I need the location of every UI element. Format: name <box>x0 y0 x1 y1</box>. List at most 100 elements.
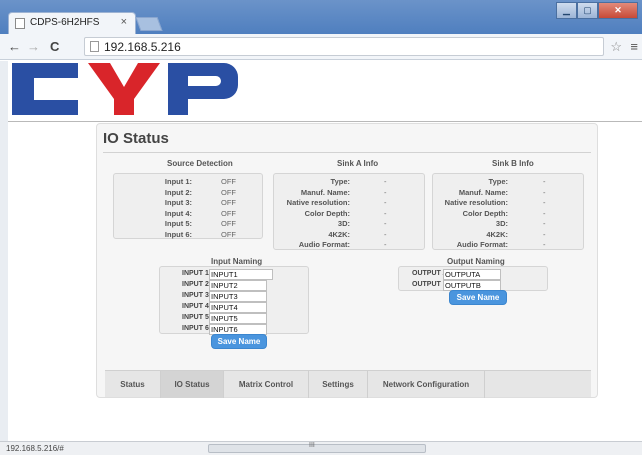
sink-a-row: Type: <box>330 177 350 186</box>
input-name-label: INPUT 2 <box>182 281 209 288</box>
io-status-panel: IO Status Source Detection Input 1: OFF … <box>96 123 598 398</box>
source-row: Input 2: <box>164 187 192 197</box>
sink-a-row: Native resolution: <box>286 198 350 207</box>
sink-b-value: - <box>543 240 546 249</box>
address-text: 192.168.5.216 <box>104 40 181 54</box>
sink-a-value: - <box>384 219 387 228</box>
input-name-label: INPUT 3 <box>182 292 209 299</box>
input-name-label: INPUT 5 <box>182 314 209 321</box>
tab-network-configuration[interactable]: Network Configuration <box>368 371 485 398</box>
tab-matrix-control[interactable]: Matrix Control <box>224 371 309 398</box>
source-row: Input 1: <box>164 177 192 186</box>
sink-a-value: - <box>384 177 387 186</box>
sink-a-value: - <box>384 208 387 218</box>
tab-title: CDPS-6H2HFS <box>30 17 100 28</box>
sink-b-row: 4K2K: <box>486 229 508 239</box>
input-2-name-field[interactable] <box>209 280 267 291</box>
save-output-names-button[interactable]: Save Name <box>449 290 507 305</box>
input-5-name-field[interactable] <box>209 313 267 324</box>
sink-b-title: Sink B Info <box>492 159 534 168</box>
horizontal-scrollbar[interactable]: III <box>208 442 426 453</box>
sink-b-value: - <box>543 198 546 207</box>
sink-b-row: Audio Format: <box>456 240 508 249</box>
page-favicon-icon <box>15 18 25 29</box>
tab-close-icon[interactable]: × <box>121 16 127 28</box>
window-controls: ▁ ▢ ✕ <box>556 2 638 19</box>
input-name-row: INPUT 4 <box>160 302 310 313</box>
input-name-label: INPUT 6 <box>182 325 209 332</box>
new-tab-button[interactable] <box>135 17 163 31</box>
sink-a-value: - <box>384 229 387 239</box>
input-naming-title: Input Naming <box>211 257 263 266</box>
cyp-logo <box>12 63 238 115</box>
sink-b-box: Type: - Manuf. Name: - Native resolution… <box>432 173 584 250</box>
sink-a-row: Manuf. Name: <box>300 187 350 197</box>
browser-toolbar: ← → C 192.168.5.216 ☆ ≡ <box>0 34 642 60</box>
input-name-label: INPUT 1 <box>182 270 209 277</box>
source-row: Input 3: <box>164 198 192 207</box>
sink-b-value: - <box>543 187 546 197</box>
source-value: OFF <box>221 187 236 197</box>
input-1-name-field[interactable] <box>209 269 273 280</box>
browser-tab[interactable]: CDPS-6H2HFS × <box>8 12 136 34</box>
sink-a-value: - <box>384 198 387 207</box>
page-title: IO Status <box>103 130 169 147</box>
status-url: 192.168.5.216/# <box>6 444 64 453</box>
input-4-name-field[interactable] <box>209 302 267 313</box>
scrollbar-grip-icon: III <box>309 442 315 449</box>
source-row: Input 4: <box>164 208 192 218</box>
browser-titlebar: CDPS-6H2HFS × ▁ ▢ ✕ <box>0 0 642 34</box>
title-divider <box>103 152 591 153</box>
output-naming-box: OUTPUT A OUTPUT B <box>398 266 548 291</box>
forward-arrow-icon[interactable]: → <box>27 39 40 54</box>
output-a-name-field[interactable] <box>443 269 501 280</box>
output-name-row: OUTPUT A <box>399 269 549 280</box>
input-name-row: INPUT 2 <box>160 280 310 291</box>
sink-a-box: Type: - Manuf. Name: - Native resolution… <box>273 173 425 250</box>
address-bar[interactable]: 192.168.5.216 <box>84 37 604 56</box>
sink-a-title: Sink A Info <box>337 159 379 168</box>
input-name-label: INPUT 4 <box>182 303 209 310</box>
tab-settings[interactable]: Settings <box>309 371 368 398</box>
header-divider <box>8 121 642 122</box>
reload-icon[interactable]: C <box>50 39 59 54</box>
source-row: Input 5: <box>164 219 192 228</box>
back-arrow-icon[interactable]: ← <box>8 39 21 54</box>
tab-io-status[interactable]: IO Status <box>161 371 224 398</box>
minimize-icon[interactable]: ▁ <box>556 2 577 19</box>
tab-status[interactable]: Status <box>105 371 161 398</box>
input-name-row: INPUT 3 <box>160 291 310 302</box>
save-input-names-button[interactable]: Save Name <box>211 334 267 349</box>
sink-b-row: Color Depth: <box>462 208 508 218</box>
sink-b-row: Manuf. Name: <box>458 187 508 197</box>
maximize-icon[interactable]: ▢ <box>577 2 598 19</box>
sink-a-row: Audio Format: <box>298 240 350 249</box>
source-value: OFF <box>221 198 236 207</box>
page-icon <box>90 41 99 52</box>
source-row: Input 6: <box>164 229 192 239</box>
source-detection-title: Source Detection <box>167 159 233 168</box>
input-name-row: INPUT 5 <box>160 313 310 324</box>
sink-b-value: - <box>543 219 546 228</box>
source-value: OFF <box>221 219 236 228</box>
source-value: OFF <box>221 208 236 218</box>
sink-b-row: 3D: <box>495 219 508 228</box>
browser-statusbar: 192.168.5.216/# III <box>0 441 642 455</box>
sink-a-value: - <box>384 240 387 249</box>
input-3-name-field[interactable] <box>209 291 267 302</box>
sink-a-row: Color Depth: <box>304 208 350 218</box>
input-name-row: INPUT 1 <box>160 269 310 280</box>
sink-a-row: 4K2K: <box>328 229 350 239</box>
input-naming-box: INPUT 1 INPUT 2 INPUT 3 INPUT 4 INPUT 5 … <box>159 266 310 335</box>
sink-b-value: - <box>543 177 546 186</box>
page-tab-bar: Status IO Status Matrix Control Settings… <box>105 370 591 398</box>
browser-menu-icon[interactable]: ≡ <box>630 39 638 54</box>
bookmark-star-icon[interactable]: ☆ <box>610 39 622 55</box>
close-window-icon[interactable]: ✕ <box>598 2 638 19</box>
sink-a-value: - <box>384 187 387 197</box>
source-value: OFF <box>221 229 236 239</box>
sink-a-row: 3D: <box>337 219 350 228</box>
sink-b-row: Native resolution: <box>444 198 508 207</box>
sink-b-value: - <box>543 229 546 239</box>
output-naming-title: Output Naming <box>447 257 505 266</box>
